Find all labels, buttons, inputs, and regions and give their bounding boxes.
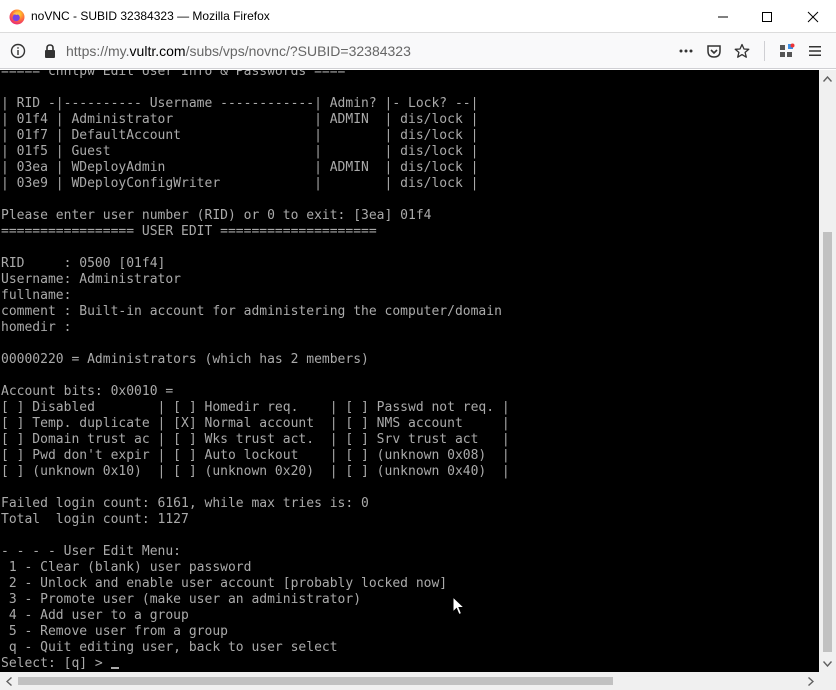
terminal-line: 4 - Add user to a group (1, 608, 189, 623)
toolbar-separator (764, 41, 765, 61)
extensions-icon (780, 43, 795, 57)
terminal-line: 2 - Unlock and enable user account [prob… (1, 576, 448, 591)
terminal-line: ================= USER EDIT ============… (1, 224, 377, 239)
terminal-line: | RID -|---------- Username ------------… (1, 96, 479, 111)
page-actions-button[interactable] (677, 42, 695, 60)
terminal-line: | 01f5 | Guest | | dis/lock | (1, 144, 479, 159)
text-cursor (110, 667, 119, 669)
terminal-line: Account bits: 0x0010 = (1, 384, 174, 399)
app-menu-button[interactable] (806, 42, 824, 60)
lock-indicator[interactable] (41, 42, 59, 60)
terminal-output: ===== chntpw Edit User Info & Passwords … (1, 70, 819, 672)
terminal-line: [ ] Domain trust ac | [ ] Wks trust act.… (1, 432, 510, 447)
scroll-right-button[interactable] (802, 672, 819, 690)
info-icon (10, 43, 26, 59)
site-info-button[interactable] (9, 42, 27, 60)
terminal-line: | 03e9 | WDeployConfigWriter | | dis/loc… (1, 176, 479, 191)
maximize-icon (762, 11, 772, 22)
chevron-right-icon (807, 676, 814, 686)
minimize-icon (718, 16, 728, 17)
vertical-scroll-thumb[interactable] (823, 232, 832, 652)
terminal-line: q - Quit editing user, back to user sele… (1, 640, 338, 655)
terminal-prompt-line: Select: [q] > (1, 656, 819, 672)
terminal-line: 1 - Clear (blank) user password (1, 560, 252, 575)
navigation-bar: https://my.vultr.com/subs/vps/novnc/?SUB… (0, 33, 836, 69)
terminal-line: [ ] Disabled | [ ] Homedir req. | [ ] Pa… (1, 400, 510, 415)
terminal-line: ===== chntpw Edit User Info & Passwords … (1, 70, 346, 79)
terminal-line: RID : 0500 [01f4] (1, 256, 166, 271)
chevron-down-icon (823, 660, 832, 667)
horizontal-scrollbar[interactable] (0, 672, 819, 690)
terminal-line: [ ] (unknown 0x10) | [ ] (unknown 0x20) … (1, 464, 510, 479)
terminal-line: Username: Administrator (1, 272, 182, 287)
star-icon (734, 43, 750, 58)
chevron-left-icon (5, 676, 12, 686)
url-domain: vultr.com (129, 43, 186, 59)
url-path: /subs/vps/novnc/?SUBID=32384323 (185, 43, 411, 59)
maximize-button[interactable] (744, 0, 790, 33)
more-icon (679, 49, 693, 53)
terminal-line: Failed login count: 6161, while max trie… (1, 496, 369, 511)
scroll-left-button[interactable] (0, 672, 17, 690)
hamburger-menu-icon (809, 46, 821, 56)
terminal-line: comment : Built-in account for administe… (1, 304, 502, 319)
terminal-line: 3 - Promote user (make user an administr… (1, 592, 362, 607)
terminal-line: | 01f4 | Administrator | ADMIN | dis/loc… (1, 112, 479, 127)
terminal-line: Total login count: 1127 (1, 512, 189, 527)
scrollbar-corner (819, 672, 836, 690)
terminal-line: fullname: (1, 288, 72, 303)
terminal-line: 00000220 = Administrators (which has 2 m… (1, 352, 369, 367)
close-icon (807, 11, 819, 22)
terminal-line: Please enter user number (RID) or 0 to e… (1, 208, 432, 223)
url-bar[interactable]: https://my.vultr.com/subs/vps/novnc/?SUB… (66, 43, 411, 59)
mouse-pointer-icon (452, 596, 466, 616)
url-prefix: https://my. (66, 43, 130, 59)
terminal-line: | 03ea | WDeployAdmin | ADMIN | dis/lock… (1, 160, 479, 175)
extensions-button[interactable] (778, 42, 796, 60)
minimize-button[interactable] (700, 0, 746, 33)
pocket-icon (707, 45, 721, 58)
vertical-scrollbar[interactable] (819, 70, 836, 672)
terminal-line: 5 - Remove user from a group (1, 624, 228, 639)
terminal-line: - - - - User Edit Menu: (1, 544, 182, 559)
horizontal-scroll-thumb[interactable] (18, 677, 613, 685)
terminal-line: homedir : (1, 320, 72, 335)
vnc-viewport[interactable]: ===== chntpw Edit User Info & Passwords … (0, 70, 819, 672)
bookmark-button[interactable] (733, 42, 751, 60)
scroll-down-button[interactable] (819, 655, 836, 672)
terminal-prompt: Select: [q] > (1, 656, 111, 671)
scroll-up-button[interactable] (819, 70, 836, 87)
firefox-icon (9, 9, 25, 25)
lock-icon (45, 44, 55, 58)
terminal-line: [ ] Pwd don't expir | [ ] Auto lockout |… (1, 448, 510, 463)
terminal-line: | 01f7 | DefaultAccount | | dis/lock | (1, 128, 479, 143)
close-button[interactable] (790, 0, 836, 33)
chevron-up-icon (823, 75, 832, 82)
pocket-button[interactable] (705, 42, 723, 60)
terminal-line: [ ] Temp. duplicate | [X] Normal account… (1, 416, 510, 431)
title-bar: noVNC - SUBID 32384323 — Mozilla Firefox (0, 0, 836, 33)
window-title: noVNC - SUBID 32384323 — Mozilla Firefox (31, 9, 270, 23)
